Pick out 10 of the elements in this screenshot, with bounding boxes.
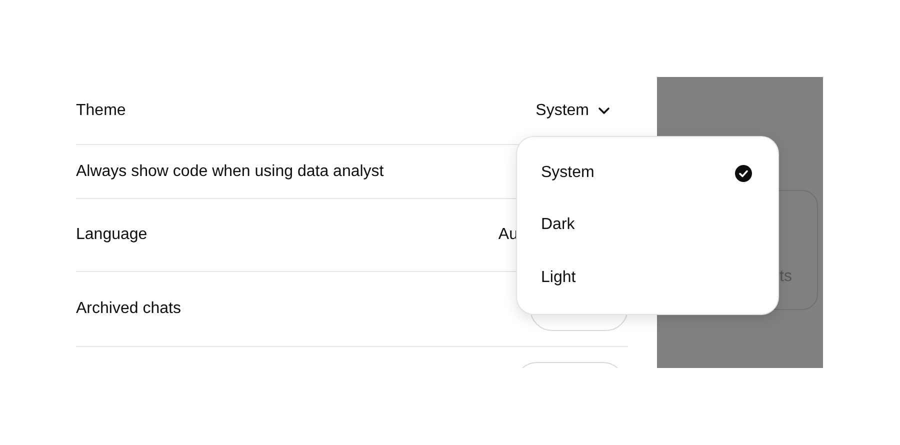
chevron-down-icon [598, 106, 610, 114]
setting-label: Theme [76, 102, 126, 120]
menu-item[interactable]: Dark [517, 199, 778, 252]
setting-label: Archived chats [76, 300, 181, 318]
menu-item[interactable]: System [517, 147, 778, 200]
check-icon [735, 164, 752, 182]
setting-label: Always show code when using data analyst [76, 162, 384, 180]
theme-dropdown[interactable]: System [536, 102, 610, 120]
menu-item[interactable]: Light [517, 252, 778, 304]
setting-label: Language [76, 226, 148, 244]
